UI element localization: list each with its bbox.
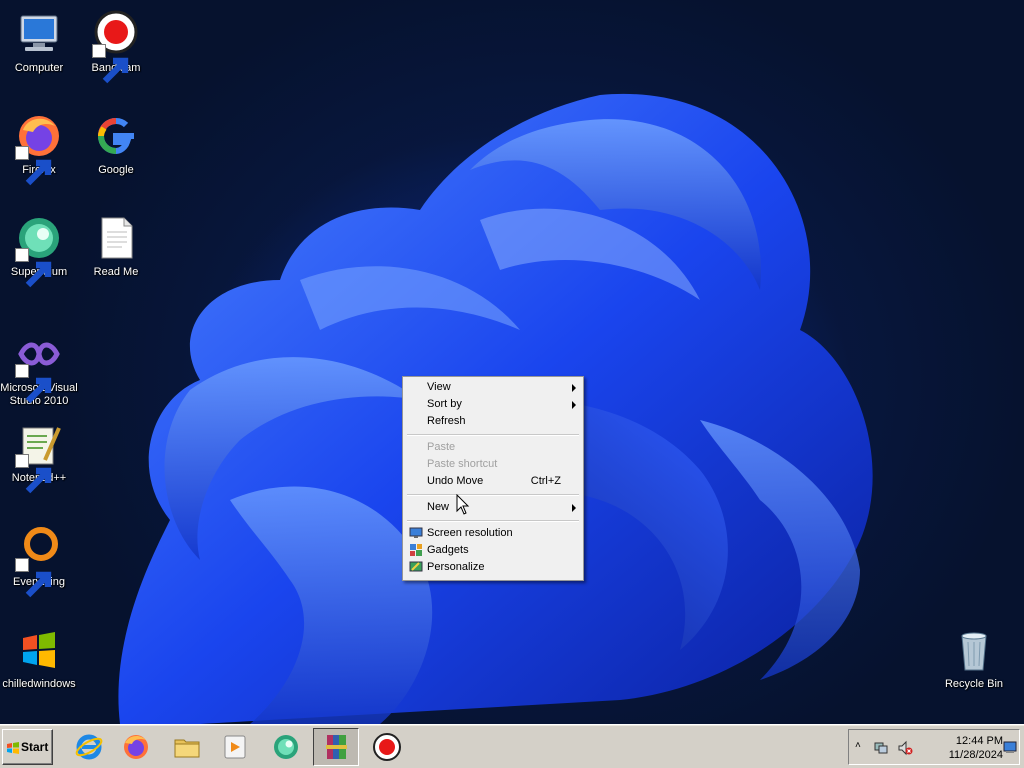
desktop-icon-label: Read Me <box>93 266 139 278</box>
start-label: Start <box>21 740 49 754</box>
file-explorer-icon <box>174 739 200 758</box>
menu-item-view[interactable]: View <box>405 379 581 396</box>
winrar-icon <box>326 735 347 759</box>
menu-item-gadgets[interactable]: Gadgets <box>405 542 581 559</box>
desktop-context-menu: View Sort by Refresh Paste Paste shortcu… <box>402 376 584 581</box>
taskbar-media-player[interactable] <box>212 728 258 766</box>
windows-flag-icon <box>15 626 63 674</box>
menu-separator <box>405 430 581 439</box>
shortcut-arrow-icon <box>15 454 52 494</box>
menu-item-paste[interactable]: Paste <box>405 439 581 456</box>
submenu-arrow-icon <box>572 384 576 392</box>
desktop-icon-label: Computer <box>14 62 64 74</box>
taskbar: Start ˄ 12:44 PM 11/28/2024 <box>0 724 1024 768</box>
desktop-icon-recycle-bin[interactable]: Recycle Bin <box>935 626 1013 691</box>
shortcut-arrow-icon <box>15 558 52 598</box>
menu-item-label: New <box>427 501 450 513</box>
internet-explorer-icon <box>75 734 103 760</box>
wallpaper-bloom <box>118 93 873 724</box>
computer-icon <box>15 10 63 58</box>
mouse-cursor-icon <box>456 494 470 515</box>
bandicam-icon <box>373 733 401 761</box>
menu-separator <box>405 516 581 525</box>
visual-studio-icon <box>15 330 63 404</box>
clock-time: 12:44 PM <box>955 735 1003 747</box>
menu-item-label: Screen resolution <box>427 527 513 539</box>
start-button[interactable]: Start <box>2 729 53 765</box>
menu-item-shortcut: Ctrl+Z <box>530 475 561 487</box>
clock-date: 11/28/2024 <box>948 749 1003 761</box>
submenu-arrow-icon <box>572 504 576 512</box>
taskbar-bandicam[interactable] <box>364 728 410 766</box>
menu-item-paste-shortcut[interactable]: Paste shortcut <box>405 456 581 473</box>
desktop-icon-supermium[interactable]: Supermium <box>0 214 78 288</box>
desktop-icon-notepadpp[interactable]: Notepad++ <box>0 420 78 494</box>
menu-item-personalize[interactable]: Personalize <box>405 559 581 576</box>
menu-item-label: Personalize <box>427 561 485 573</box>
show-hidden-icons-button[interactable]: ˄ <box>855 740 861 751</box>
desktop-icon-google[interactable]: Google <box>77 112 155 177</box>
desktop-icon-label: Google <box>98 164 134 176</box>
taskbar-supermium[interactable] <box>263 728 309 766</box>
menu-item-new[interactable]: New <box>405 499 581 516</box>
taskbar-winrar[interactable] <box>313 728 359 766</box>
clock[interactable]: 12:44 PM 11/28/2024 <box>939 734 1003 762</box>
shortcut-arrow-icon <box>15 364 52 404</box>
menu-item-undo-move[interactable]: Undo Move Ctrl+Z <box>405 473 581 490</box>
bandicam-icon <box>92 10 140 84</box>
gadgets-icon <box>410 544 422 556</box>
desktop-icon-chilledwindows[interactable]: chilledwindows <box>0 626 78 691</box>
shortcut-arrow-icon <box>92 44 129 84</box>
notepadpp-icon <box>15 420 63 494</box>
text-file-icon <box>92 214 140 262</box>
volume-muted-icon[interactable] <box>897 740 913 756</box>
recycle-bin-icon <box>950 626 998 674</box>
menu-item-label: Sort by <box>427 398 462 410</box>
menu-item-label: Paste shortcut <box>427 458 498 470</box>
personalize-icon <box>409 561 423 572</box>
submenu-arrow-icon <box>572 401 576 409</box>
shortcut-arrow-icon <box>15 146 52 186</box>
screen-resolution-icon <box>409 527 423 538</box>
desktop-icon-firefox[interactable]: Firefox <box>0 112 78 186</box>
desktop-icon-visual-studio[interactable]: Microsoft Visual Studio 2010 <box>0 330 78 408</box>
menu-item-screen-resolution[interactable]: Screen resolution <box>405 525 581 542</box>
taskbar-file-explorer[interactable] <box>164 728 210 766</box>
menu-item-refresh[interactable]: Refresh <box>405 413 581 430</box>
menu-separator <box>405 490 581 499</box>
desktop-icon-label: Recycle Bin <box>944 678 1004 690</box>
desktop-icon-everything[interactable]: Everything <box>0 524 78 598</box>
menu-item-label: Refresh <box>427 415 466 427</box>
desktop-icon-label: chilledwindows <box>2 678 76 690</box>
desktop-icon-readme[interactable]: Read Me <box>77 214 155 279</box>
menu-item-label: View <box>427 381 451 393</box>
windows-flag-icon <box>7 742 19 754</box>
menu-item-sort-by[interactable]: Sort by <box>405 396 581 413</box>
taskbar-firefox[interactable] <box>113 728 159 766</box>
show-desktop-icon[interactable] <box>1003 740 1017 754</box>
network-icon[interactable] <box>873 740 889 756</box>
taskbar-internet-explorer[interactable] <box>66 728 112 766</box>
menu-item-label: Gadgets <box>427 544 469 556</box>
desktop-icon-computer[interactable]: Computer <box>0 10 78 75</box>
firefox-icon <box>124 735 148 759</box>
desktop-icon-bandicam[interactable]: Bandicam <box>77 10 155 84</box>
desktop[interactable]: Computer Firefox Supermium Microsoft Vis… <box>0 0 1024 724</box>
menu-item-label: Undo Move <box>427 475 484 487</box>
menu-item-label: Paste <box>427 441 456 453</box>
everything-icon <box>15 524 63 598</box>
google-icon <box>92 112 140 160</box>
supermium-icon <box>274 735 298 759</box>
system-tray: ˄ 12:44 PM 11/28/2024 <box>848 729 1020 765</box>
shortcut-arrow-icon <box>15 248 52 288</box>
firefox-icon <box>15 112 63 186</box>
supermium-icon <box>15 214 63 288</box>
media-player-icon <box>224 735 246 759</box>
